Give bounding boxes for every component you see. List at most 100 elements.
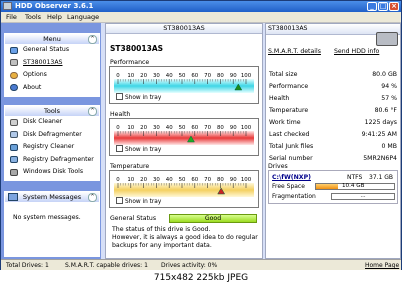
scale-tick-label: 40: [166, 125, 173, 131]
performance-tray-label: Show in tray: [125, 95, 162, 101]
sidebar-item-general-status[interactable]: General Status: [5, 44, 99, 57]
menu-language[interactable]: Language: [67, 13, 99, 21]
drive-size: 37.1 GB: [369, 174, 394, 181]
scale-tick-label: 20: [140, 73, 147, 79]
scale-tick-label: 10: [127, 125, 134, 131]
scale-tick-label: 50: [179, 125, 186, 131]
sidebar-item-disk-defragmenter[interactable]: Disk Defragmenter: [5, 129, 99, 142]
sidebar-item-registry-cleaner[interactable]: Registry Cleaner: [5, 141, 99, 154]
scale-tick-label: 20: [140, 177, 147, 183]
info-row: Serial number 5MR2N6P4: [269, 155, 397, 163]
home-page-link[interactable]: Home Page: [365, 262, 399, 269]
scale-tick-label: 30: [153, 177, 160, 183]
info-icon: [10, 84, 18, 91]
free-space-label: Free Space: [272, 183, 305, 190]
scale-tick-label: 70: [204, 177, 211, 183]
info-row: Total size 80.0 GB: [269, 71, 397, 79]
sidebar-item-about[interactable]: About: [5, 82, 99, 95]
health-marker: [187, 135, 195, 143]
drives-header: Drives: [268, 163, 288, 170]
scale-tick-label: 90: [230, 177, 237, 183]
collapse-chevron-icon[interactable]: ^: [88, 35, 97, 44]
messages-text: No system messages.: [13, 214, 81, 221]
messages-panel: System Messages ^ No system messages.: [4, 191, 100, 257]
image-caption: 715x482 225kb JPEG: [0, 270, 402, 287]
defragmenter-icon: [10, 131, 18, 138]
scale-tick-label: 100: [241, 125, 252, 131]
scale-tick-label: 0: [116, 177, 120, 183]
scale-tick-label: 80: [217, 177, 224, 183]
windows-tools-icon: [10, 168, 18, 176]
sidebar-item-label: Options: [23, 71, 47, 78]
sidebar-item-options[interactable]: Options: [5, 69, 99, 82]
drive-entry[interactable]: C:\fW(NXP) NTFS 37.1 GB Free Space 10.4 …: [268, 170, 398, 204]
menu-panel: Menu ^ General Status ST380013AS Options: [4, 33, 100, 97]
sidebar-item-label: Registry Cleaner: [23, 143, 75, 150]
close-button[interactable]: ×: [389, 2, 399, 11]
fragmentation-bar: ...: [331, 193, 395, 200]
scale-tick-label: 50: [179, 177, 186, 183]
info-value: 9:41:25 AM: [361, 131, 397, 138]
maximize-button[interactable]: □: [378, 2, 388, 11]
health-tray-checkbox[interactable]: Show in tray: [116, 145, 161, 153]
general-status-label: General Status: [110, 215, 157, 222]
sidebar-item-drive[interactable]: ST380013AS: [5, 57, 99, 70]
sidebar-item-label: Disk Defragmenter: [23, 130, 82, 138]
info-key: Work time: [269, 119, 301, 126]
scale-tick-label: 100: [241, 177, 252, 183]
temperature-tray-checkbox[interactable]: Show in tray: [116, 197, 161, 205]
scale-tick-label: 30: [153, 125, 160, 131]
minimize-button[interactable]: _: [367, 2, 377, 11]
checkbox-box[interactable]: [116, 93, 123, 100]
sidebar-item-registry-defragmenter[interactable]: Registry Defragmenter: [5, 154, 99, 167]
free-space-fill: [316, 184, 338, 189]
sidebar-item-label: Registry Defragmenter: [23, 155, 94, 163]
sidebar-item-windows-disk-tools[interactable]: Windows Disk Tools: [5, 166, 99, 179]
send-hdd-info-link[interactable]: Send HDD info: [334, 48, 379, 55]
gear-icon: [10, 71, 18, 79]
health-scale: 0 10 20 30 40 50 60 70 80 90 100: [116, 125, 252, 143]
scale-tick-label: 0: [116, 125, 120, 131]
collapse-chevron-icon[interactable]: ^: [88, 193, 97, 202]
info-key: Total Junk files: [269, 143, 314, 150]
info-row: Performance 94 %: [269, 83, 397, 91]
drive-info-panel: ST380013AS S.M.A.R.T. details Send HDD i…: [265, 23, 401, 259]
info-key: Total size: [269, 71, 298, 78]
checkbox-box[interactable]: [116, 197, 123, 204]
menu-file[interactable]: File: [6, 13, 17, 21]
smart-details-link[interactable]: S.M.A.R.T. details: [268, 48, 321, 55]
info-row: Total Junk files 0 MB: [269, 143, 397, 151]
menu-panel-header[interactable]: Menu ^: [5, 34, 99, 44]
scale-tick-label: 90: [230, 73, 237, 79]
menu-help[interactable]: Help: [47, 13, 62, 21]
menu-tools[interactable]: Tools: [25, 13, 41, 21]
collapse-chevron-icon[interactable]: ^: [88, 107, 97, 116]
scale-tick-label: 10: [127, 73, 134, 79]
scale-tick-label: 40: [166, 73, 173, 79]
free-space-value: 10.4 GB: [342, 183, 365, 189]
sidebar: Menu ^ General Status ST380013AS Options: [1, 23, 101, 259]
tools-panel-header[interactable]: Tools ^: [5, 106, 99, 116]
messages-panel-header[interactable]: System Messages ^: [5, 192, 99, 202]
temperature-label: Temperature: [110, 163, 150, 170]
info-value: 0 MB: [381, 143, 398, 150]
scale-tick-label: 60: [191, 177, 198, 183]
performance-marker: [234, 83, 243, 91]
general-status-badge: Good: [169, 214, 257, 223]
drive-header-label: ST380013AS: [268, 25, 308, 32]
tools-panel-title: Tools: [43, 107, 60, 115]
sidebar-item-disk-cleaner[interactable]: Disk Cleaner: [5, 116, 99, 129]
app-title: HDD Observer 3.6.1: [15, 2, 94, 10]
info-key: Temperature: [269, 107, 309, 114]
info-value: 80.6 °F: [374, 107, 397, 114]
drive-name-link[interactable]: C:\fW(NXP): [272, 174, 311, 181]
checkbox-box[interactable]: [116, 145, 123, 152]
app-icon: [3, 2, 12, 10]
performance-tray-checkbox[interactable]: Show in tray: [116, 93, 161, 101]
messages-icon: [8, 193, 18, 201]
temperature-scale: 0 10 20 30 40 50 60 70 80 90 100: [116, 177, 252, 195]
sidebar-item-label: General Status: [23, 46, 70, 53]
sidebar-item-label: ST380013AS: [23, 58, 63, 66]
info-key: Last checked: [269, 131, 310, 138]
info-key: Health: [269, 95, 290, 102]
